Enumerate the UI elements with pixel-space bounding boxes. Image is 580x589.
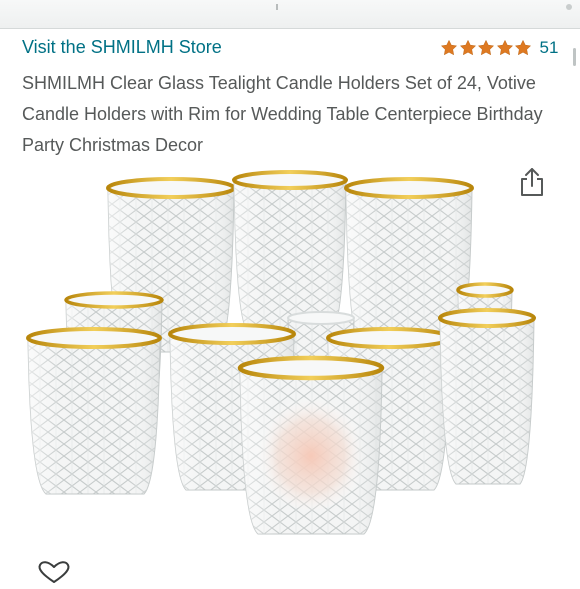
glass-holder-with-candle [237, 355, 385, 535]
header-divider [0, 28, 580, 29]
rating-count[interactable]: 51 [540, 38, 559, 58]
store-link[interactable]: Visit the SHMILMH Store [22, 37, 222, 58]
glass-holder [232, 170, 348, 333]
star-icon [496, 39, 513, 56]
star-icon [459, 39, 476, 56]
star-icon [477, 39, 495, 56]
star-rating [440, 39, 533, 57]
glass-holder [26, 327, 162, 495]
star-icon [514, 39, 532, 56]
wishlist-button[interactable] [34, 560, 74, 584]
product-title: SHMILMH Clear Glass Tealight Candle Hold… [22, 73, 543, 155]
glass-holder [438, 308, 536, 485]
heart-outline-icon [38, 561, 70, 583]
top-strip-mark [276, 4, 278, 10]
top-strip-dot [566, 4, 572, 10]
scrollbar-handle[interactable] [573, 48, 576, 66]
rating-summary[interactable]: 51 [440, 38, 558, 58]
product-image[interactable] [0, 150, 580, 570]
top-strip [0, 0, 580, 28]
star-icon [440, 39, 458, 56]
